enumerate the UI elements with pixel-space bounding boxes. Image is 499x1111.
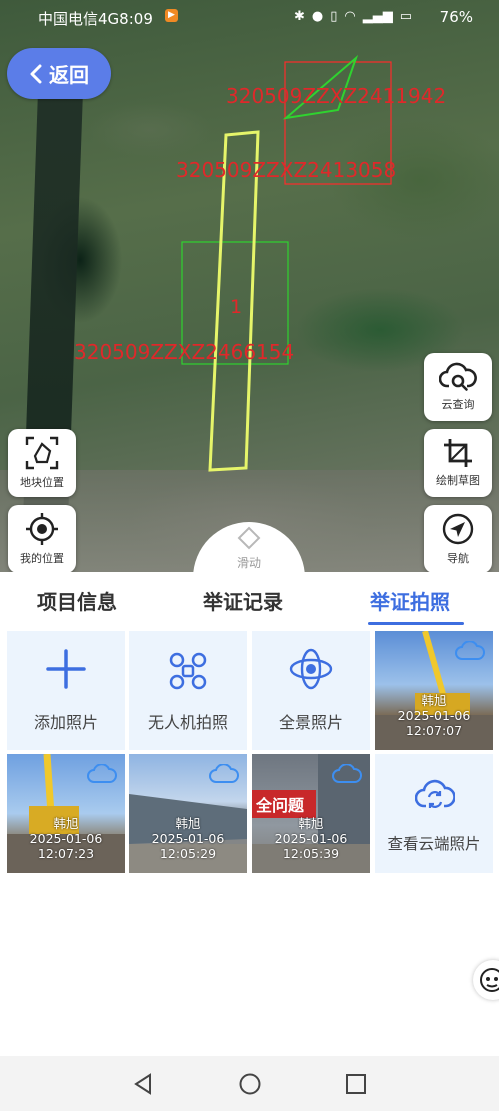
vibrate-icon: ▯ <box>330 9 338 24</box>
cloud-search-button[interactable]: 云查询 <box>424 353 492 421</box>
tab-evidence-records[interactable]: 举证记录 <box>203 586 283 615</box>
photo-date: 2025-01-06 <box>274 831 348 846</box>
parcel-label: 320509ZZXZ2413058 <box>176 158 397 182</box>
photo-author: 韩旭 <box>53 816 79 831</box>
bluetooth-icon: ✱ <box>294 9 305 24</box>
photo-date: 2025-01-06 <box>397 708 471 723</box>
photo-thumbnail[interactable]: 全问题 韩旭 2025-01-06 12:05:39 <box>252 754 370 873</box>
chevron-left-icon <box>30 64 42 83</box>
photo-author: 韩旭 <box>421 693 447 708</box>
navigation-label: 导航 <box>447 552 469 565</box>
my-location-icon <box>26 513 58 545</box>
tab-evidence-photo[interactable]: 举证拍照 <box>370 586 450 615</box>
photo-author: 韩旭 <box>298 816 324 831</box>
drone-photo-label: 无人机拍照 <box>147 713 228 732</box>
parcel-location-button[interactable]: 地块位置 <box>8 429 76 497</box>
photo-time: 12:05:29 <box>159 846 217 861</box>
navigation-icon <box>442 513 474 545</box>
my-location-button[interactable]: 我的位置 <box>8 505 76 573</box>
photo-time: 12:05:39 <box>282 846 340 861</box>
view-cloud-photos-button[interactable]: 查看云端照片 <box>375 754 493 873</box>
cloud-icon <box>209 764 239 783</box>
active-tab-indicator <box>368 622 464 625</box>
nav-back-icon[interactable] <box>132 1073 154 1095</box>
cloud-sync-icon <box>415 779 455 808</box>
system-nav-bar <box>0 1056 499 1111</box>
plus-icon <box>46 649 86 689</box>
carrier-text: 中国电信4G <box>38 10 120 28</box>
cloud-search-icon <box>439 362 477 391</box>
battery-text: 76% <box>439 8 473 26</box>
cloud-icon <box>332 764 362 783</box>
draw-sketch-button[interactable]: 绘制草图 <box>424 429 492 497</box>
photo-date: 2025-01-06 <box>151 831 225 846</box>
cloud-search-label: 云查询 <box>441 398 475 411</box>
draw-sketch-label: 绘制草图 <box>436 474 480 487</box>
back-label: 返回 <box>49 63 89 87</box>
parcel-label: 1 <box>230 296 243 318</box>
photo-author: 韩旭 <box>175 816 201 831</box>
panorama-photo-label: 全景照片 <box>278 713 343 732</box>
drone-photo-button[interactable]: 无人机拍照 <box>129 631 247 750</box>
signal-icon: ▂▄▆ <box>362 9 393 24</box>
parcel-location-icon <box>25 436 59 470</box>
diamond-icon <box>237 526 261 550</box>
drone-icon <box>169 652 207 690</box>
photo-time: 12:07:23 <box>37 846 95 861</box>
add-photo-button[interactable]: 添加照片 <box>7 631 125 750</box>
clock-text: 8:09 <box>119 10 153 28</box>
parcel-label: 320509ZZXZ2466154 <box>74 340 295 364</box>
crop-icon <box>444 439 472 467</box>
tab-project-info[interactable]: 项目信息 <box>37 586 117 615</box>
app-notification-icon: ▶ <box>165 9 178 22</box>
my-location-label: 我的位置 <box>20 552 64 565</box>
photo-date: 2025-01-06 <box>29 831 103 846</box>
navigation-button[interactable]: 导航 <box>424 505 492 573</box>
photo-thumbnail[interactable]: 韩旭 2025-01-06 12:05:29 <box>129 754 247 873</box>
tab-bar: 项目信息 举证记录 举证拍照 <box>0 572 499 628</box>
photo-thumbnail[interactable]: 韩旭 2025-01-06 12:07:23 <box>7 754 125 873</box>
cloud-icon <box>87 764 117 783</box>
panorama-icon <box>289 648 333 690</box>
location-icon: ● <box>311 9 324 24</box>
status-bar: 中国电信4G8:09 ▶ ✱ ● ▯ ◠ ▂▄▆ ▭ 76% <box>0 0 499 34</box>
wifi-icon: ◠ <box>344 9 356 24</box>
nav-home-icon[interactable] <box>239 1073 261 1095</box>
robot-icon <box>480 968 499 992</box>
back-button[interactable]: 返回 <box>7 48 111 99</box>
sign-text: 全问题 <box>256 796 305 815</box>
nav-recents-icon[interactable] <box>345 1073 367 1095</box>
parcel-label: 320509ZZXZ2411942 <box>226 84 447 108</box>
view-cloud-photos-label: 查看云端照片 <box>387 835 481 853</box>
cloud-icon <box>455 641 485 660</box>
panorama-photo-button[interactable]: 全景照片 <box>252 631 370 750</box>
add-photo-label: 添加照片 <box>33 713 98 732</box>
photo-time: 12:07:07 <box>405 723 463 738</box>
slide-label: 滑动 <box>236 556 261 570</box>
parcel-location-label: 地块位置 <box>20 476 64 489</box>
customer-service-button[interactable] <box>473 960 499 1000</box>
battery-icon: ▭ <box>399 9 413 24</box>
photo-thumbnail[interactable]: 韩旭 2025-01-06 12:07:07 <box>375 631 493 750</box>
